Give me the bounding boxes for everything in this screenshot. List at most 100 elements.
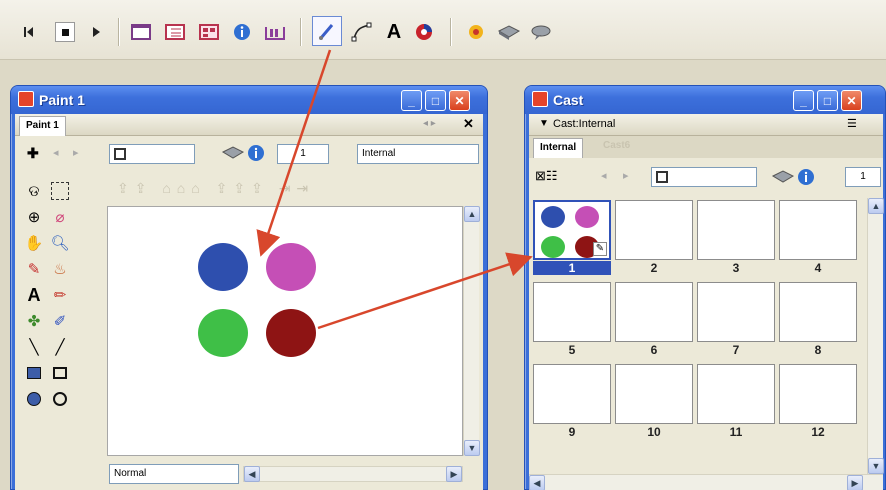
scroll-right-icon[interactable]: ▶ [847,475,863,490]
script-icon[interactable] [771,168,797,189]
close-button[interactable]: ✕ [449,90,470,111]
next-member-icon[interactable]: ▸ [623,169,629,182]
tab-nav-arrows[interactable]: ◂ ▸ [423,118,436,129]
lasso-icon[interactable]: ଡ [23,180,45,202]
horizontal-scrollbar[interactable]: ◀ ▶ [243,466,463,482]
minimize-button[interactable]: _ [793,90,814,111]
cast-icon[interactable] [196,19,222,45]
cast-library-select[interactable]: Internal [357,144,479,164]
next-member-icon[interactable]: ▸ [73,146,79,159]
info-icon[interactable] [247,144,265,165]
close-button[interactable]: ✕ [841,90,862,111]
marquee-icon[interactable] [51,182,69,200]
stage-icon[interactable] [128,19,154,45]
cast-member-number-label: 1 [533,261,611,275]
tab-cast6[interactable]: Cast6 [603,140,630,151]
cast-toolbar: ⊠☷ ◂ ▸ 1 [529,158,883,198]
minimize-button[interactable]: _ [401,90,422,111]
pencil-icon[interactable]: ✏ [49,284,71,306]
magnifier-icon[interactable]: 🔍︎ [49,232,71,254]
cast-member-number[interactable]: 1 [277,144,329,164]
property-inspector-icon[interactable] [230,19,254,45]
rewind-icon[interactable] [20,19,36,45]
paint-tab[interactable]: Paint 1 [19,116,66,136]
cast-member-cell[interactable] [697,364,775,424]
cast-member-number-label: 3 [732,261,740,275]
previous-member-icon[interactable]: ◂ [53,146,59,159]
tab-internal[interactable]: Internal [533,138,584,158]
vector-shape-icon[interactable] [350,19,374,45]
brush-icon[interactable]: ✐ [49,310,71,332]
air-brush-icon[interactable]: ✤ [23,310,45,332]
thumbnail-circle [541,206,565,228]
scroll-left-icon[interactable]: ◀ [244,466,260,482]
paint-bucket-icon[interactable]: ♨ [49,258,71,280]
scroll-down-icon[interactable]: ▼ [868,458,884,474]
member-name-field[interactable] [109,144,195,164]
ellipse-icon[interactable] [49,388,71,410]
stop-icon[interactable] [54,19,76,45]
scroll-down-icon[interactable]: ▼ [464,440,480,456]
ink-mode-select[interactable]: Normal [109,464,239,484]
paint-brush-icon[interactable] [312,16,342,46]
vertical-scrollbar[interactable]: ▲ ▼ [463,206,480,456]
thumbnail-circle [575,206,599,228]
cast-member-cell[interactable]: ✎ [533,200,611,260]
cast-member-cell[interactable] [697,200,775,260]
cast-member-number-label: 2 [650,261,658,275]
cast-member-cell[interactable] [615,282,693,342]
message-icon[interactable] [528,19,554,45]
cast-member-cell[interactable] [533,282,611,342]
color-icon[interactable] [412,19,436,45]
info-icon[interactable] [797,168,815,189]
rectangle-icon[interactable] [49,362,71,384]
score-icon[interactable] [162,19,188,45]
cast-member-cell[interactable] [779,200,857,260]
hand-icon[interactable]: ✋ [23,232,45,254]
member-name-field[interactable] [651,167,757,187]
cast-panel-label: Cast:Internal [553,118,616,130]
cast-window: Cast _ □ ✕ ▼ Cast:Internal ☰ Internal Ca… [524,85,886,490]
maximize-button[interactable]: □ [817,90,838,111]
paint-toolbar: ✚ ◂ ▸ 1 Internal [15,136,483,172]
vertical-scrollbar[interactable]: ▲ ▼ [867,198,884,474]
text-icon[interactable]: A [384,19,404,45]
panel-options-icon[interactable]: ☰ [847,117,857,130]
script-icon[interactable] [221,144,247,165]
paint-titlebar[interactable]: Paint 1 _ □ ✕ [11,86,487,114]
horizontal-scrollbar[interactable]: ◀ ▶ [529,474,883,490]
cast-member-cell[interactable] [697,282,775,342]
behavior-icon[interactable] [464,19,488,45]
eyedropper-icon[interactable]: ✎ [23,258,45,280]
cast-member-number[interactable]: 1 [845,167,881,187]
text-tool-icon[interactable]: A [23,284,45,306]
maximize-button[interactable]: □ [425,90,446,111]
toolbar-separator [450,18,451,46]
scroll-left-icon[interactable]: ◀ [529,475,545,490]
scroll-right-icon[interactable]: ▶ [446,466,462,482]
toolbar-separator [118,18,119,46]
scroll-up-icon[interactable]: ▲ [464,206,480,222]
line-icon[interactable]: ╱ [49,336,71,358]
play-icon[interactable] [88,19,104,45]
script-icon[interactable] [496,19,522,45]
filled-rectangle-icon[interactable] [23,362,45,384]
cast-view-style-icon[interactable]: ⊠☷ [535,168,558,184]
paint-canvas[interactable] [107,206,463,456]
cast-member-cell[interactable] [615,200,693,260]
filled-ellipse-icon[interactable] [23,388,45,410]
previous-member-icon[interactable]: ◂ [601,169,607,182]
library-icon[interactable] [262,19,288,45]
close-tab-icon[interactable]: ✕ [463,116,474,132]
arc-icon[interactable]: ╲ [23,336,45,358]
collapse-arrow-icon[interactable]: ▼ [539,118,549,129]
eraser-icon[interactable]: ⌀ [49,206,71,228]
registration-point-icon[interactable]: ⊕ [23,206,45,228]
cast-member-cell[interactable] [615,364,693,424]
cast-member-cell[interactable] [533,364,611,424]
cast-member-cell[interactable] [779,282,857,342]
cast-titlebar[interactable]: Cast _ □ ✕ [525,86,885,114]
add-paint-member-icon[interactable]: ✚ [27,145,39,162]
cast-member-cell[interactable] [779,364,857,424]
scroll-up-icon[interactable]: ▲ [868,198,884,214]
